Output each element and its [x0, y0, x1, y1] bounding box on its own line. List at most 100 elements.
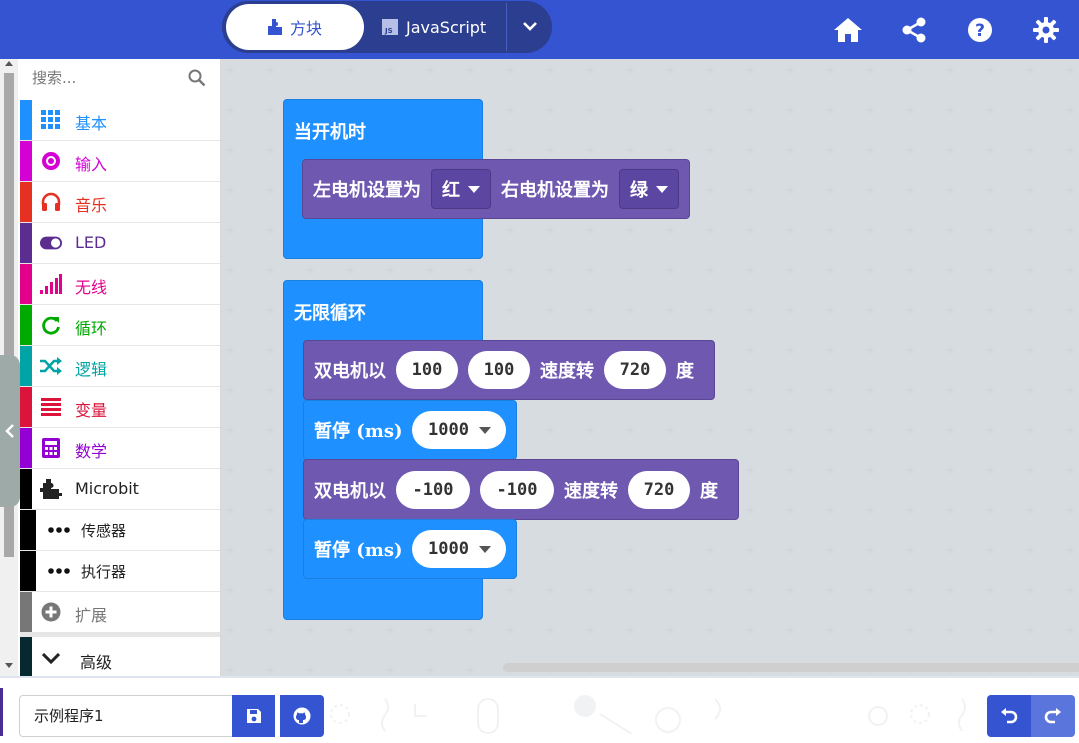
github-button[interactable]	[280, 695, 324, 737]
forever-label: 无限循环	[294, 303, 366, 324]
speed-b-input[interactable]: 100	[468, 351, 530, 389]
speed-a-input[interactable]: 100	[396, 351, 458, 389]
left-motor-value: 红	[442, 180, 460, 201]
editor-menu-dropdown[interactable]	[506, 3, 553, 51]
more-icon	[48, 519, 70, 541]
redo-icon	[1044, 708, 1061, 724]
category-label: 无线	[75, 278, 108, 297]
pause-label: 暂停 (ms)	[314, 421, 403, 442]
set-motors-block[interactable]: 左电机设置为 红 右电机设置为 绿	[302, 159, 690, 219]
chevron-down-icon	[40, 648, 62, 670]
speed-label: 速度转	[540, 361, 594, 382]
caret-down-icon	[478, 426, 491, 434]
category-label: 循环	[75, 319, 108, 338]
plus-circle-icon	[40, 601, 62, 623]
list-icon	[40, 396, 62, 418]
calculator-icon	[40, 437, 62, 459]
settings-button[interactable]	[1013, 0, 1079, 59]
category-microbit[interactable]: Microbit	[20, 469, 220, 510]
editor-toggle: 方块 JS JavaScript	[222, 1, 552, 53]
more-icon	[48, 560, 70, 582]
degrees-input[interactable]: 720	[628, 470, 690, 509]
caret-down-icon	[656, 185, 668, 193]
right-motor-value: 绿	[630, 180, 648, 201]
help-button[interactable]: ?	[947, 0, 1013, 59]
undo-button[interactable]	[987, 695, 1031, 737]
category-variables[interactable]: 变量	[20, 387, 220, 428]
category-basic[interactable]: 基本	[20, 100, 220, 141]
project-name-field	[19, 695, 238, 737]
right-motor-label: 右电机设置为	[501, 180, 609, 201]
left-motor-dropdown[interactable]: 红	[431, 169, 491, 209]
project-name-input[interactable]	[20, 696, 238, 734]
js-icon: JS	[382, 19, 398, 35]
on-start-label: 当开机时	[294, 122, 366, 143]
settings-icon	[1033, 16, 1059, 43]
signal-icon	[40, 273, 62, 295]
tab-javascript[interactable]: JS JavaScript	[382, 4, 510, 50]
svg-text:?: ?	[975, 21, 985, 41]
category-list: 基本 输入 音乐 LED 无线 循环 逻辑 变量 数学 Microbit 传感器…	[20, 100, 220, 676]
svg-text:JS: JS	[384, 27, 393, 35]
speed-label: 速度转	[564, 480, 618, 502]
category-label: 传感器	[81, 522, 127, 540]
search-icon[interactable]	[188, 69, 206, 87]
category-label: 逻辑	[75, 360, 108, 379]
tab-blocks[interactable]: 方块	[226, 4, 364, 50]
degrees-input[interactable]: 720	[604, 351, 666, 389]
toolbox: 基本 输入 音乐 LED 无线 循环 逻	[0, 59, 221, 676]
blocks-workspace[interactable]: 当开机时 左电机设置为 红 右电机设置为 绿 无限循环 双电机以 100 100…	[221, 59, 1079, 676]
speed-a-input[interactable]: -100	[396, 470, 470, 509]
share-button[interactable]	[881, 0, 947, 59]
home-icon	[834, 17, 862, 42]
save-button[interactable]	[232, 695, 275, 737]
shuffle-icon	[40, 355, 62, 377]
category-label: 高级	[80, 653, 113, 672]
redo-button[interactable]	[1031, 695, 1075, 737]
pause-label: 暂停 (ms)	[314, 540, 403, 561]
toggle-icon	[40, 232, 62, 254]
search-input[interactable]	[28, 63, 196, 93]
workspace-horizontal-scrollbar[interactable]	[503, 663, 1079, 672]
pause-dropdown[interactable]: 1000	[412, 411, 507, 449]
category-input[interactable]: 输入	[20, 141, 220, 182]
right-motor-dropdown[interactable]: 绿	[619, 169, 679, 209]
pause-value: 1000	[428, 539, 469, 559]
puzzle-icon	[267, 19, 282, 35]
collapse-toolbox-button[interactable]	[0, 355, 20, 507]
category-label: 数学	[75, 442, 108, 461]
undo-icon	[1001, 708, 1018, 724]
category-sensors[interactable]: 传感器	[20, 510, 220, 551]
speed-b-input[interactable]: -100	[480, 470, 554, 509]
dual-motor-label: 双电机以	[314, 361, 386, 382]
category-actuators[interactable]: 执行器	[20, 551, 220, 592]
pause-block[interactable]: 暂停 (ms) 1000	[303, 519, 518, 579]
left-motor-label: 左电机设置为	[313, 180, 421, 201]
toolbox-search	[20, 59, 220, 99]
home-button[interactable]	[815, 0, 881, 59]
dual-motor-block[interactable]: 双电机以 -100 -100 速度转 720 度	[303, 459, 739, 520]
category-label: Microbit	[75, 479, 139, 498]
degrees-unit: 度	[700, 480, 718, 502]
pause-dropdown[interactable]: 1000	[412, 530, 507, 568]
headphones-icon	[40, 191, 62, 213]
help-icon: ?	[968, 17, 992, 42]
category-led[interactable]: LED	[20, 223, 220, 264]
chevron-left-icon	[5, 424, 14, 438]
decorative-pattern	[330, 695, 966, 734]
category-radio[interactable]: 无线	[20, 264, 220, 305]
category-label: 音乐	[75, 196, 108, 215]
refresh-icon	[40, 314, 62, 336]
pause-block[interactable]: 暂停 (ms) 1000	[303, 400, 518, 460]
category-label: 基本	[75, 114, 108, 133]
category-math[interactable]: 数学	[20, 428, 220, 469]
category-logic[interactable]: 逻辑	[20, 346, 220, 387]
grid-icon	[40, 109, 62, 131]
github-icon	[293, 707, 311, 725]
dual-motor-block[interactable]: 双电机以 100 100 速度转 720 度	[303, 340, 715, 400]
top-menu-bar: 方块 JS JavaScript ?	[0, 0, 1079, 59]
category-advanced[interactable]: 高级	[20, 633, 220, 676]
category-loops[interactable]: 循环	[20, 305, 220, 346]
category-extensions[interactable]: 扩展	[20, 592, 220, 633]
category-music[interactable]: 音乐	[20, 182, 220, 223]
